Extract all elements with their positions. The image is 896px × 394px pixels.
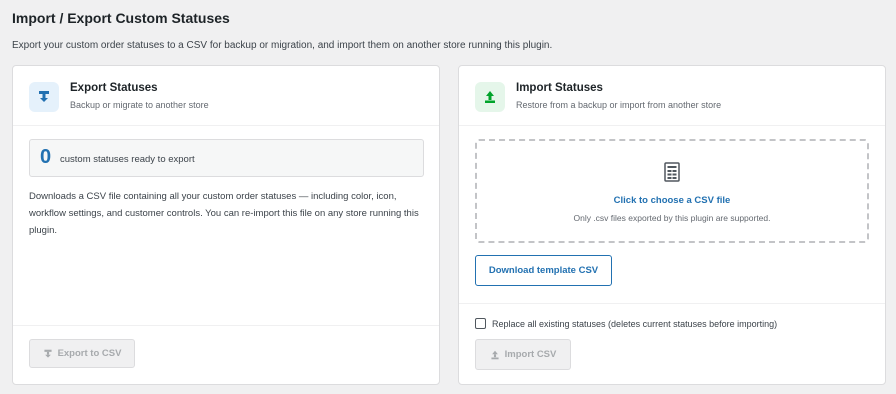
export-card: Export Statuses Backup or migrate to ano… [12,65,440,385]
download-template-button[interactable]: Download template CSV [475,255,612,286]
export-description: Downloads a CSV file containing all your… [29,191,419,236]
download-icon [43,349,52,358]
import-csv-button[interactable]: Import CSV [475,339,571,370]
export-title: Export Statuses [70,82,158,94]
page-description: Export your custom order statuses to a C… [12,40,553,51]
import-card-footer: Replace all existing statuses (deletes c… [459,303,885,384]
import-card-header: Import Statuses Restore from a backup or… [459,66,885,126]
export-csv-button[interactable]: Export to CSV [29,339,135,368]
export-csv-button-label: Export to CSV [57,348,122,359]
dropzone-subtitle: Only .csv files exported by this plugin … [573,213,771,223]
replace-statuses-checkbox[interactable] [475,318,486,329]
status-count: 0 [40,146,52,168]
import-csv-button-label: Import CSV [504,349,557,360]
export-card-footer: Export to CSV [13,325,439,384]
import-subtitle: Restore from a backup or import from ano… [516,100,722,110]
import-title: Import Statuses [516,82,603,94]
download-icon [29,82,59,112]
status-count-box: 0 custom statuses ready to export [29,139,424,177]
import-card: Import Statuses Restore from a backup or… [458,65,886,385]
upload-icon [475,82,505,112]
replace-statuses-label[interactable]: Replace all existing statuses (deletes c… [492,319,777,329]
replace-statuses-row: Replace all existing statuses (deletes c… [475,318,777,329]
csv-dropzone[interactable]: Click to choose a CSV file Only .csv fil… [475,139,869,243]
page-title: Import / Export Custom Statuses [12,10,230,26]
export-subtitle: Backup or migrate to another store [70,100,209,110]
upload-icon [491,350,499,359]
spreadsheet-file-icon [664,162,680,187]
export-card-header: Export Statuses Backup or migrate to ano… [13,66,439,126]
status-count-label: custom statuses ready to export [60,154,195,165]
dropzone-title[interactable]: Click to choose a CSV file [477,195,867,206]
